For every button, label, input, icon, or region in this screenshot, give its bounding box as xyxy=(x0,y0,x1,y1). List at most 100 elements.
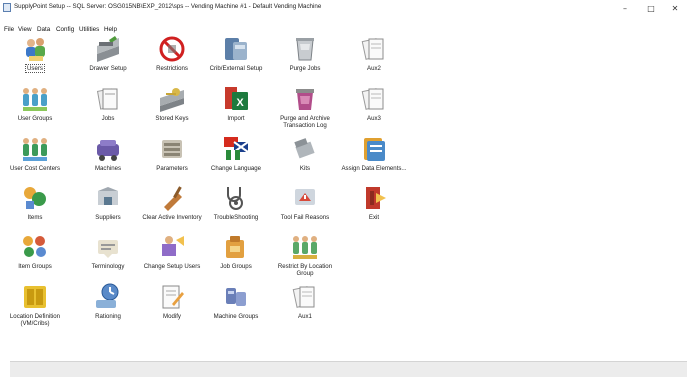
tile-clear-inventory[interactable]: Clear Active Inventory xyxy=(136,179,208,233)
item-groups-icon xyxy=(23,236,46,257)
tile-label: Restrictions xyxy=(136,65,208,72)
tile-label-text: Users xyxy=(25,64,45,73)
tile-label-text: TroubleShooting xyxy=(213,214,259,221)
tile-machines[interactable]: Machines xyxy=(72,130,144,184)
tile-label-text: Rationing xyxy=(95,313,121,320)
tile-label-text: Location Definition (VM/Cribs) xyxy=(9,313,61,328)
restrictions-icon xyxy=(159,36,185,62)
tile-drawer-setup[interactable]: Drawer Setup xyxy=(72,30,144,84)
tile-purge-jobs[interactable]: Purge Jobs xyxy=(269,30,341,84)
tile-label-text: Exit xyxy=(368,214,380,221)
tile-label-text: Aux1 xyxy=(298,313,312,320)
tile-label: User Cost Centers xyxy=(0,165,71,172)
tile-label: Aux1 xyxy=(269,313,341,320)
tile-aux2[interactable]: Aux2 xyxy=(338,30,410,84)
tile-label-text: Machines xyxy=(94,165,122,172)
setup-tile-grid: Users Drawer Setup Restrictions Crib/Extern… xyxy=(0,30,687,360)
tile-label: Purge and Archive Transaction Log xyxy=(269,115,341,130)
tile-restrictions[interactable]: Restrictions xyxy=(136,30,208,84)
tile-label-text: Clear Active Inventory xyxy=(142,214,202,221)
tile-label: Items xyxy=(0,214,71,221)
purge-archive-icon xyxy=(296,89,314,110)
tile-exit[interactable]: Exit xyxy=(338,179,410,233)
tile-label: Aux2 xyxy=(338,65,410,72)
tile-crib-external[interactable]: Crib/External Setup xyxy=(200,30,272,84)
tile-label: Import xyxy=(200,115,272,122)
job-groups-icon xyxy=(226,236,244,258)
crib-external-icon xyxy=(225,38,247,60)
tile-modify[interactable]: Modify xyxy=(136,278,208,332)
app-icon xyxy=(3,3,11,12)
tile-label: Parameters xyxy=(136,165,208,172)
tile-parameters[interactable]: Parameters xyxy=(136,130,208,184)
tile-label-text: User Groups xyxy=(17,115,53,122)
tile-terminology[interactable]: Terminology xyxy=(72,228,144,282)
tile-user-cost-centers[interactable]: User Cost Centers xyxy=(0,130,71,184)
maximize-button[interactable]: □ xyxy=(643,3,659,14)
tile-label: Tool Fail Reasons xyxy=(269,214,341,221)
tile-label: TroubleShooting xyxy=(200,214,272,221)
tile-label-text: Restrict By Location Group xyxy=(277,263,333,278)
aux3-icon xyxy=(361,88,384,110)
purge-jobs-icon xyxy=(296,38,314,61)
clear-inventory-icon xyxy=(164,186,182,211)
tile-change-language[interactable]: Change Language xyxy=(200,130,272,184)
tile-change-setup-users[interactable]: Change Setup Users xyxy=(136,228,208,282)
change-setup-users-icon xyxy=(162,236,184,256)
tile-label-text: Jobs xyxy=(101,115,115,122)
tile-restrict-location[interactable]: Restrict By Location Group xyxy=(269,228,341,282)
user-cost-centers-icon xyxy=(23,138,47,161)
tile-kits[interactable]: Kits xyxy=(269,130,341,184)
tile-label: Purge Jobs xyxy=(269,65,341,72)
tile-label-text: Restrictions xyxy=(156,65,188,72)
tile-label-text: Suppliers xyxy=(95,214,121,221)
tile-job-groups[interactable]: Job Groups xyxy=(200,228,272,282)
tile-aux3[interactable]: Aux3 xyxy=(338,80,410,134)
tile-tool-fail-reasons[interactable]: Tool Fail Reasons xyxy=(269,179,341,233)
tile-label: Drawer Setup xyxy=(72,65,144,72)
tile-rationing[interactable]: Rationing xyxy=(72,278,144,332)
tile-assign-data-elements[interactable]: Assign Data Elements... xyxy=(338,130,410,184)
tile-label: Kits xyxy=(269,165,341,172)
tile-user-groups[interactable]: User Groups xyxy=(0,80,71,134)
close-button[interactable]: ✕ xyxy=(667,3,683,14)
tile-label: Item Groups xyxy=(0,263,71,270)
tile-purge-archive[interactable]: Purge and Archive Transaction Log xyxy=(269,80,341,134)
tile-label: Terminology xyxy=(72,263,144,270)
menu-bar: File View Data Config Utilities Help xyxy=(0,17,687,33)
aux1-icon xyxy=(292,286,315,308)
change-language-icon xyxy=(224,137,249,160)
tile-users[interactable]: Users xyxy=(0,30,71,84)
tile-location-definition[interactable]: Location Definition (VM/Cribs) xyxy=(0,278,71,332)
tile-label: Machine Groups xyxy=(200,313,272,320)
import-icon: X xyxy=(225,87,248,110)
tile-machine-groups[interactable]: Machine Groups xyxy=(200,278,272,332)
tile-label-text: Crib/External Setup xyxy=(209,65,263,72)
tile-suppliers[interactable]: Suppliers xyxy=(72,179,144,233)
tile-label-text: Drawer Setup xyxy=(89,65,127,72)
tile-items[interactable]: Items xyxy=(0,179,71,233)
tile-label-text: User Cost Centers xyxy=(9,165,61,172)
tile-jobs[interactable]: Jobs xyxy=(72,80,144,134)
minimize-button[interactable]: – xyxy=(617,3,633,14)
machine-groups-icon xyxy=(226,288,246,306)
tile-aux1[interactable]: Aux1 xyxy=(269,278,341,332)
tile-label-text: Item Groups xyxy=(18,263,52,270)
rationing-icon xyxy=(96,283,119,308)
stored-keys-icon xyxy=(160,88,184,112)
tile-label-text: Tool Fail Reasons xyxy=(280,214,330,221)
tile-import[interactable]: X Import xyxy=(200,80,272,134)
user-groups-icon xyxy=(23,88,47,111)
tile-label: Location Definition (VM/Cribs) xyxy=(0,313,71,328)
tile-label: User Groups xyxy=(0,115,71,122)
tile-stored-keys[interactable]: Stored Keys xyxy=(136,80,208,134)
tile-label: Stored Keys xyxy=(136,115,208,122)
tile-item-groups[interactable]: Item Groups xyxy=(0,228,71,282)
tile-troubleshooting[interactable]: TroubleShooting xyxy=(200,179,272,233)
svg-text:X: X xyxy=(236,97,244,109)
tile-label: Suppliers xyxy=(72,214,144,221)
terminology-icon xyxy=(98,240,118,258)
tile-label-text: Change Language xyxy=(210,165,262,172)
tile-label: Machines xyxy=(72,165,144,172)
kits-icon xyxy=(294,138,315,159)
